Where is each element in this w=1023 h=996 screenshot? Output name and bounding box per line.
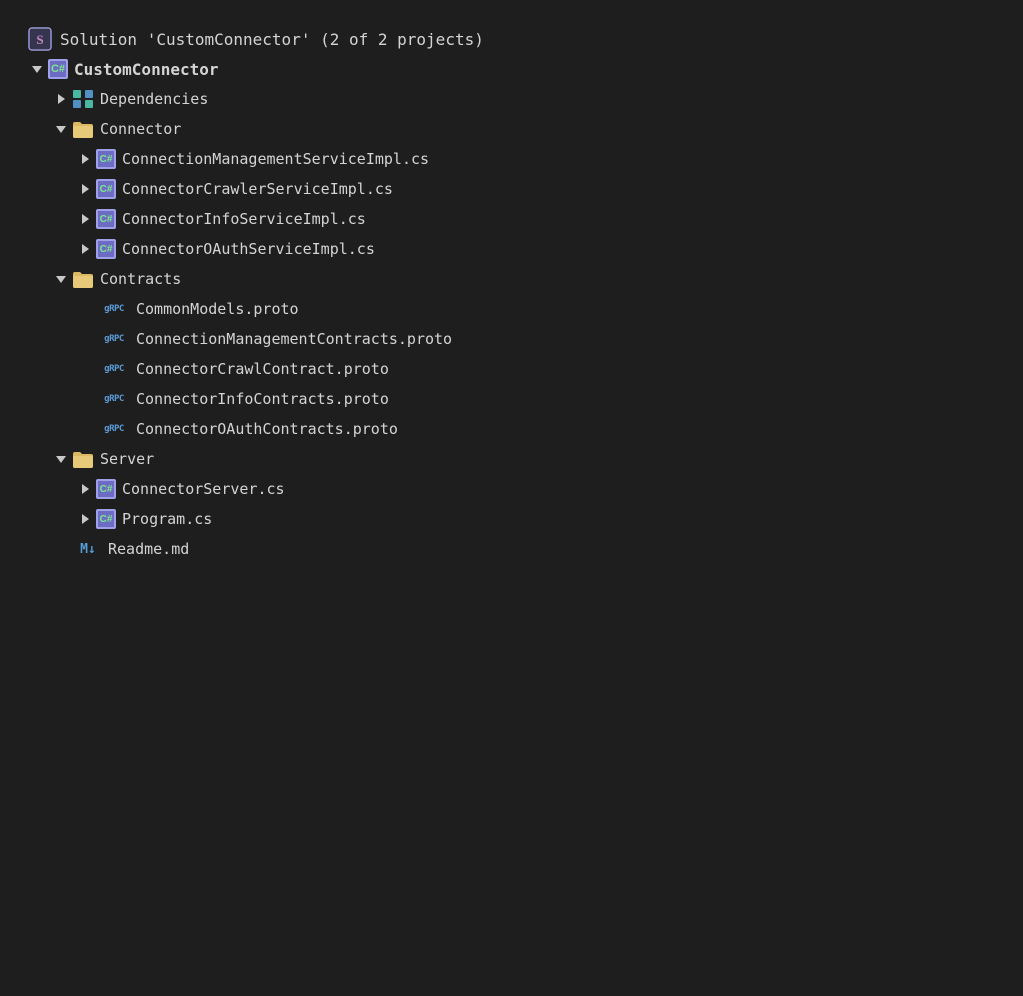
chevron-down-icon	[52, 270, 70, 288]
chevron-down-icon	[28, 60, 46, 78]
program-cs-label: Program.cs	[122, 510, 212, 528]
connector-folder-item[interactable]: Connector	[0, 114, 1023, 144]
solution-icon: S	[28, 27, 52, 51]
grpc-icon: gRPC	[96, 304, 132, 314]
csharp-file-icon: C#	[96, 239, 116, 259]
connection-management-contracts-proto-item[interactable]: gRPC ConnectionManagementContracts.proto	[0, 324, 1023, 354]
connector-info-service-label: ConnectorInfoServiceImpl.cs	[122, 210, 366, 228]
chevron-right-icon	[76, 150, 94, 168]
grpc-icon: gRPC	[96, 394, 132, 404]
connector-folder-label: Connector	[100, 120, 181, 138]
project-label: CustomConnector	[74, 60, 219, 79]
connector-oauth-service-item[interactable]: C# ConnectorOAuthServiceImpl.cs	[0, 234, 1023, 264]
connector-crawl-contract-proto-label: ConnectorCrawlContract.proto	[136, 360, 389, 378]
contracts-folder-label: Contracts	[100, 270, 181, 288]
chevron-right-icon	[76, 510, 94, 528]
dependencies-item[interactable]: Dependencies	[0, 84, 1023, 114]
connector-server-label: ConnectorServer.cs	[122, 480, 285, 498]
connector-crawler-service-item[interactable]: C# ConnectorCrawlerServiceImpl.cs	[0, 174, 1023, 204]
csharp-project-icon: C#	[48, 59, 68, 79]
grpc-icon: gRPC	[96, 424, 132, 434]
csharp-file-icon: C#	[96, 179, 116, 199]
connection-management-contracts-proto-label: ConnectionManagementContracts.proto	[136, 330, 452, 348]
chevron-down-icon	[52, 120, 70, 138]
csharp-file-icon: C#	[96, 149, 116, 169]
connector-oauth-service-label: ConnectorOAuthServiceImpl.cs	[122, 240, 375, 258]
common-models-proto-label: CommonModels.proto	[136, 300, 299, 318]
connector-server-item[interactable]: C# ConnectorServer.cs	[0, 474, 1023, 504]
server-folder-label: Server	[100, 450, 154, 468]
markdown-icon: M↓	[72, 542, 104, 557]
grpc-icon: gRPC	[96, 364, 132, 374]
solution-label: Solution 'CustomConnector' (2 of 2 proje…	[60, 30, 484, 49]
chevron-right-icon	[76, 180, 94, 198]
grpc-icon: gRPC	[96, 334, 132, 344]
connector-oauth-contracts-proto-label: ConnectorOAuthContracts.proto	[136, 420, 398, 438]
readme-md-item[interactable]: M↓ Readme.md	[0, 534, 1023, 564]
connector-info-contracts-proto-label: ConnectorInfoContracts.proto	[136, 390, 389, 408]
chevron-right-icon	[76, 210, 94, 228]
connector-crawl-contract-proto-item[interactable]: gRPC ConnectorCrawlContract.proto	[0, 354, 1023, 384]
folder-icon	[72, 269, 94, 289]
connector-crawler-service-label: ConnectorCrawlerServiceImpl.cs	[122, 180, 393, 198]
csharp-file-icon: C#	[96, 209, 116, 229]
dependencies-label: Dependencies	[100, 90, 208, 108]
server-folder-item[interactable]: Server	[0, 444, 1023, 474]
connector-info-contracts-proto-item[interactable]: gRPC ConnectorInfoContracts.proto	[0, 384, 1023, 414]
csharp-file-icon: C#	[96, 479, 116, 499]
folder-icon	[72, 449, 94, 469]
project-item[interactable]: C# CustomConnector	[0, 54, 1023, 84]
csharp-file-icon: C#	[96, 509, 116, 529]
connection-management-service-item[interactable]: C# ConnectionManagementServiceImpl.cs	[0, 144, 1023, 174]
common-models-proto-item[interactable]: gRPC CommonModels.proto	[0, 294, 1023, 324]
program-cs-item[interactable]: C# Program.cs	[0, 504, 1023, 534]
chevron-right-icon	[52, 90, 70, 108]
folder-icon	[72, 119, 94, 139]
chevron-down-icon	[52, 450, 70, 468]
dependencies-icon	[72, 89, 94, 109]
solution-explorer: S Solution 'CustomConnector' (2 of 2 pro…	[0, 16, 1023, 572]
chevron-right-icon	[76, 480, 94, 498]
contracts-folder-item[interactable]: Contracts	[0, 264, 1023, 294]
connector-info-service-item[interactable]: C# ConnectorInfoServiceImpl.cs	[0, 204, 1023, 234]
connection-management-service-label: ConnectionManagementServiceImpl.cs	[122, 150, 429, 168]
connector-oauth-contracts-proto-item[interactable]: gRPC ConnectorOAuthContracts.proto	[0, 414, 1023, 444]
svg-text:S: S	[36, 32, 43, 47]
solution-item[interactable]: S Solution 'CustomConnector' (2 of 2 pro…	[0, 24, 1023, 54]
readme-md-label: Readme.md	[108, 540, 189, 558]
chevron-right-icon	[76, 240, 94, 258]
